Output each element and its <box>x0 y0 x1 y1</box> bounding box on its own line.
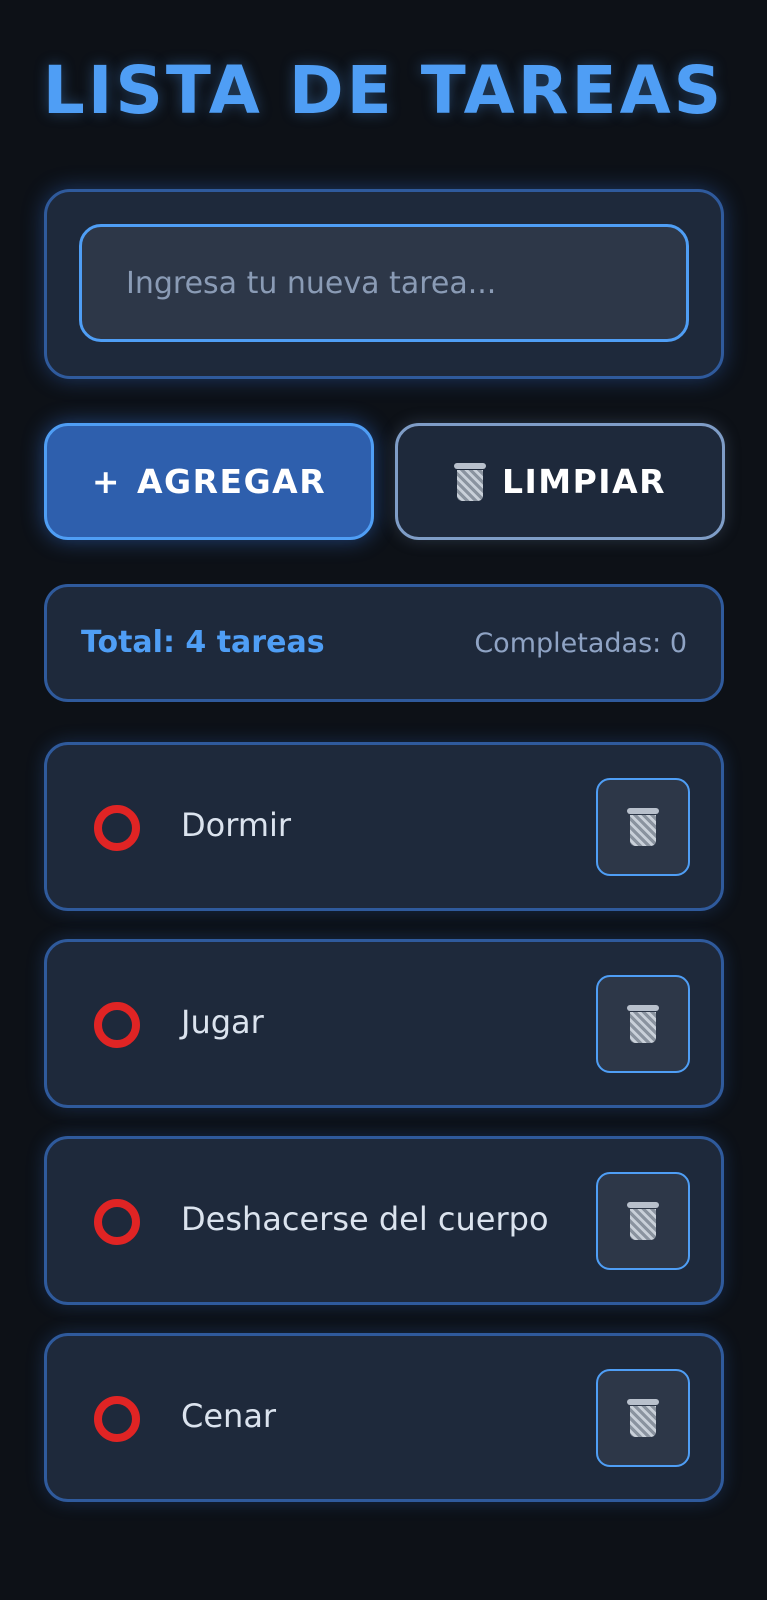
add-button-label: AGREGAR <box>137 462 327 501</box>
red-circle-icon[interactable] <box>94 1002 140 1048</box>
delete-task-button[interactable] <box>596 975 690 1073</box>
red-circle-icon[interactable] <box>94 1396 140 1442</box>
trash-icon <box>627 1005 659 1043</box>
page-title: LISTA DE TAREAS <box>42 52 725 129</box>
task-item: Dormir <box>44 742 724 911</box>
delete-task-button[interactable] <box>596 778 690 876</box>
trash-icon <box>627 808 659 846</box>
task-item: Deshacerse del cuerpo <box>44 1136 724 1305</box>
task-text: Jugar <box>181 1003 264 1041</box>
task-text: Cenar <box>181 1397 277 1435</box>
total-count: Total: 4 tareas <box>81 625 325 660</box>
clear-tasks-button[interactable]: LIMPIAR <box>395 423 725 540</box>
red-circle-icon[interactable] <box>94 1199 140 1245</box>
clear-button-label: LIMPIAR <box>501 462 667 501</box>
delete-task-button[interactable] <box>596 1369 690 1467</box>
add-task-button[interactable]: + AGREGAR <box>44 423 374 540</box>
trash-icon <box>627 1399 659 1437</box>
delete-task-button[interactable] <box>596 1172 690 1270</box>
task-item: Jugar <box>44 939 724 1108</box>
plus-icon: + <box>91 462 122 501</box>
new-task-input[interactable] <box>79 224 689 342</box>
task-text: Dormir <box>181 806 292 844</box>
red-circle-icon[interactable] <box>94 805 140 851</box>
trash-icon <box>627 1202 659 1240</box>
task-item: Cenar <box>44 1333 724 1502</box>
trash-icon <box>453 462 486 501</box>
stats-bar: Total: 4 tareas Completadas: 0 <box>44 584 724 702</box>
task-text: Deshacerse del cuerpo <box>181 1200 549 1238</box>
completed-count: Completadas: 0 <box>474 628 687 659</box>
